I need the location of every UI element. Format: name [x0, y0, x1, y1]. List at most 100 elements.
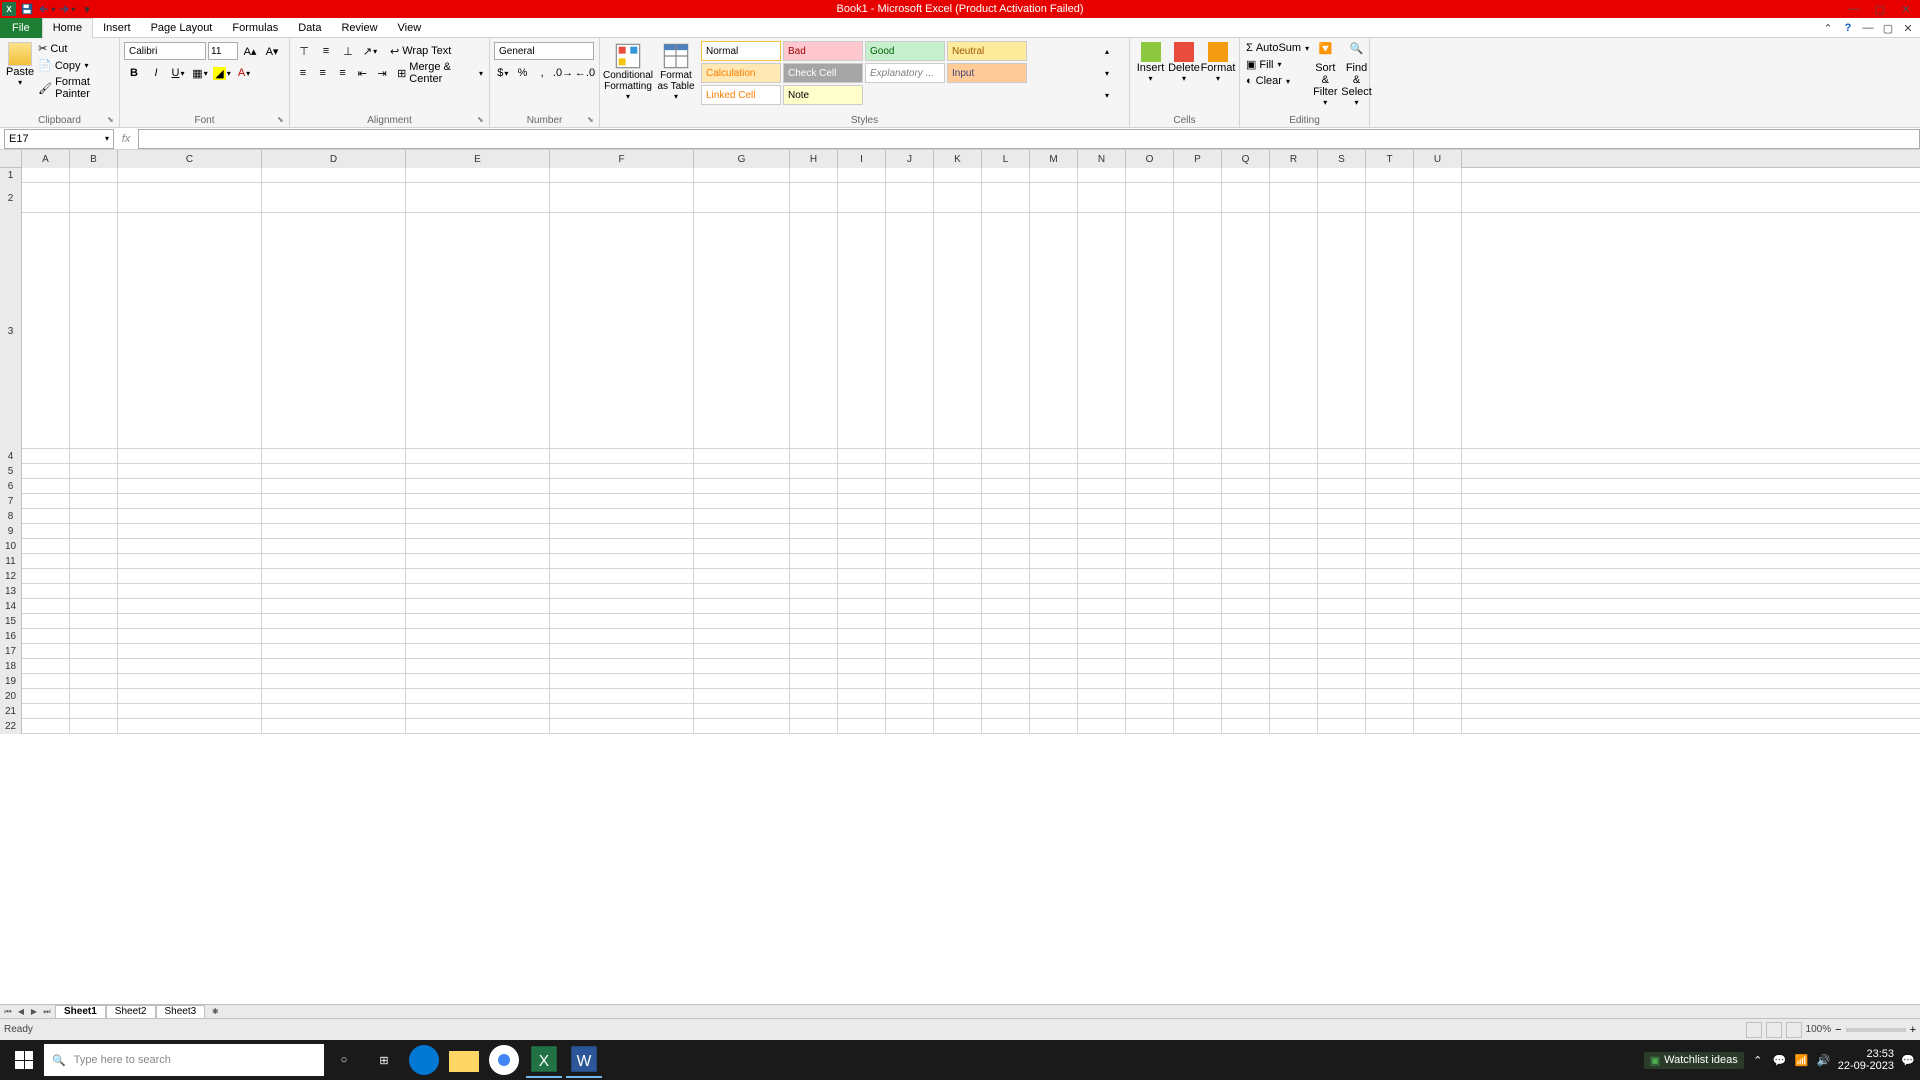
cell[interactable]: [886, 524, 934, 539]
cell[interactable]: [1270, 213, 1318, 449]
cell[interactable]: [1126, 629, 1174, 644]
decrease-indent-button[interactable]: ⇤: [353, 63, 371, 83]
cell[interactable]: [1270, 168, 1318, 183]
cell[interactable]: [1270, 599, 1318, 614]
cell[interactable]: [838, 168, 886, 183]
bottom-align-button[interactable]: ⊥: [338, 41, 358, 61]
cell[interactable]: [694, 213, 790, 449]
cell[interactable]: [22, 183, 70, 213]
redo-button[interactable]: [58, 2, 76, 16]
cell[interactable]: [118, 524, 262, 539]
cell[interactable]: [262, 168, 406, 183]
delete-cells-button[interactable]: Delete▾: [1167, 40, 1201, 85]
cell[interactable]: [934, 659, 982, 674]
cell[interactable]: [1078, 509, 1126, 524]
cell[interactable]: [70, 689, 118, 704]
show-hidden-icons-button[interactable]: ⌃: [1750, 1052, 1766, 1068]
zoom-in-button[interactable]: +: [1910, 1024, 1916, 1036]
cell[interactable]: [406, 614, 550, 629]
cell[interactable]: [1078, 494, 1126, 509]
cell[interactable]: [1366, 569, 1414, 584]
search-box[interactable]: 🔍 Type here to search: [44, 1044, 324, 1076]
cell[interactable]: [934, 479, 982, 494]
cell[interactable]: [886, 539, 934, 554]
cell[interactable]: [406, 213, 550, 449]
cell[interactable]: [982, 183, 1030, 213]
cell[interactable]: [1126, 719, 1174, 734]
cell[interactable]: [1222, 629, 1270, 644]
cell[interactable]: [1270, 659, 1318, 674]
cell[interactable]: [262, 629, 406, 644]
cell[interactable]: [886, 213, 934, 449]
column-header-I[interactable]: I: [838, 150, 886, 168]
row-header-12[interactable]: 12: [0, 569, 22, 584]
cell[interactable]: [1222, 719, 1270, 734]
normal-view-button[interactable]: [1746, 1022, 1762, 1038]
cell[interactable]: [406, 168, 550, 183]
cell[interactable]: [1270, 479, 1318, 494]
cell[interactable]: [1270, 644, 1318, 659]
formula-input[interactable]: [138, 129, 1920, 149]
cell[interactable]: [1078, 464, 1126, 479]
cell[interactable]: [790, 689, 838, 704]
cell[interactable]: [262, 479, 406, 494]
cell[interactable]: [262, 183, 406, 213]
cell[interactable]: [790, 479, 838, 494]
cell-style-explanatory-[interactable]: Explanatory ...: [865, 63, 945, 83]
cell[interactable]: [694, 554, 790, 569]
cell[interactable]: [1030, 183, 1078, 213]
cell[interactable]: [1414, 213, 1462, 449]
cell[interactable]: [1318, 479, 1366, 494]
cell[interactable]: [550, 539, 694, 554]
cell[interactable]: [934, 674, 982, 689]
cell-style-input[interactable]: Input: [947, 63, 1027, 83]
cell[interactable]: [1366, 719, 1414, 734]
cell[interactable]: [118, 644, 262, 659]
cell[interactable]: [262, 674, 406, 689]
cell[interactable]: [22, 464, 70, 479]
cell-style-normal[interactable]: Normal: [701, 41, 781, 61]
cell[interactable]: [1126, 569, 1174, 584]
cell[interactable]: [1078, 479, 1126, 494]
cell[interactable]: [70, 554, 118, 569]
font-size-combo[interactable]: [208, 42, 238, 60]
cell[interactable]: [118, 479, 262, 494]
page-layout-tab[interactable]: Page Layout: [141, 18, 223, 38]
cell[interactable]: [1366, 524, 1414, 539]
cell[interactable]: [1270, 674, 1318, 689]
cell[interactable]: [1174, 689, 1222, 704]
cell[interactable]: [934, 614, 982, 629]
column-header-S[interactable]: S: [1318, 150, 1366, 168]
column-header-M[interactable]: M: [1030, 150, 1078, 168]
borders-button[interactable]: ▦: [190, 63, 210, 83]
styles-more-button[interactable]: ▾: [1100, 91, 1114, 100]
cut-button[interactable]: ✂Cut: [36, 40, 115, 57]
middle-align-button[interactable]: ≡: [316, 41, 336, 61]
cell[interactable]: [70, 569, 118, 584]
italic-button[interactable]: I: [146, 63, 166, 83]
cell[interactable]: [262, 449, 406, 464]
review-tab[interactable]: Review: [331, 18, 387, 38]
cell[interactable]: [118, 629, 262, 644]
cell[interactable]: [694, 494, 790, 509]
cell[interactable]: [1174, 719, 1222, 734]
cell-style-calculation[interactable]: Calculation: [701, 63, 781, 83]
workbook-close-button[interactable]: ✕: [1900, 20, 1916, 36]
cell[interactable]: [1126, 213, 1174, 449]
cell[interactable]: [406, 183, 550, 213]
cell[interactable]: [1366, 689, 1414, 704]
cell[interactable]: [550, 168, 694, 183]
cell[interactable]: [1270, 614, 1318, 629]
fill-color-button[interactable]: ◢: [212, 63, 232, 83]
column-header-L[interactable]: L: [982, 150, 1030, 168]
cell[interactable]: [1414, 644, 1462, 659]
cell[interactable]: [934, 599, 982, 614]
cell[interactable]: [1318, 584, 1366, 599]
cell[interactable]: [1366, 183, 1414, 213]
cell[interactable]: [406, 464, 550, 479]
cell[interactable]: [1318, 599, 1366, 614]
row-header-19[interactable]: 19: [0, 674, 22, 689]
cell[interactable]: [406, 659, 550, 674]
qat-customize-button[interactable]: ▾: [78, 2, 96, 16]
cell[interactable]: [70, 584, 118, 599]
